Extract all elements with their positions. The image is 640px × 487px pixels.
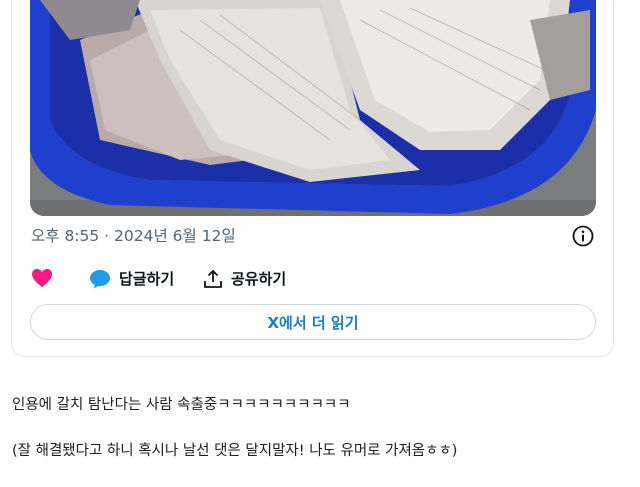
info-icon[interactable] [572, 225, 594, 247]
share-label: 공유하기 [231, 270, 287, 288]
tweet-photo[interactable] [30, 0, 596, 216]
tweet-timestamp[interactable]: 오후 8:55 · 2024년 6월 12일 [31, 224, 236, 246]
read-more-label: X에서 더 읽기 [267, 313, 359, 332]
like-button[interactable] [31, 268, 53, 288]
post-text-line-1: 인용에 갈치 탐난다는 사람 속출중ㅋㅋㅋㅋㅋㅋㅋㅋㅋㅋ [12, 397, 351, 413]
share-upload-icon [204, 269, 222, 288]
speech-bubble-icon [90, 269, 110, 288]
heart-icon [32, 269, 52, 287]
tweet-actions: 답글하기 공유하기 [31, 268, 591, 296]
reply-label: 답글하기 [119, 270, 175, 288]
post-text-line-2: (잘 해결됐다고 하니 혹시나 날선 댓은 달지말자! 나도 유머로 가져옴ㅎㅎ… [12, 443, 458, 459]
fish-basin-illustration [30, 0, 596, 216]
share-button[interactable]: 공유하기 [203, 268, 286, 289]
reply-button[interactable]: 답글하기 [89, 268, 174, 289]
read-more-on-x-button[interactable]: X에서 더 읽기 [30, 304, 596, 340]
